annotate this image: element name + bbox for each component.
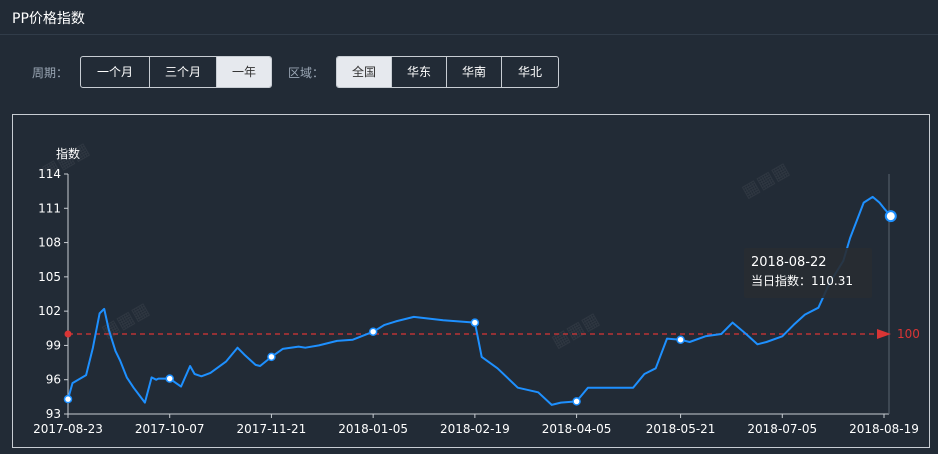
- y-tick-label: 102: [38, 304, 61, 318]
- x-tick-label: 2017-10-07: [135, 422, 205, 436]
- x-tick-label: 2018-01-05: [338, 422, 408, 436]
- y-tick-label: 96: [46, 373, 61, 387]
- data-point-marker: [63, 394, 73, 404]
- x-tick-label: 2017-08-23: [33, 422, 103, 436]
- data-point-marker: [267, 352, 276, 362]
- baseline-start-marker: [64, 330, 72, 338]
- series-line: [67, 195, 892, 406]
- y-tick-label: 105: [38, 270, 61, 284]
- x-tick-label: 2017-11-21: [237, 422, 307, 436]
- y-tick-label: 114: [38, 167, 61, 181]
- tooltip-date: 2018-08-22: [751, 255, 827, 270]
- x-tick-label: 2018-02-19: [440, 422, 510, 436]
- data-point-marker: [884, 210, 897, 223]
- data-point-marker: [676, 335, 685, 344]
- x-tick-label: 2018-08-19: [849, 422, 919, 436]
- x-tick-label: 2018-05-21: [646, 422, 716, 436]
- tooltip-value: 当日指数：110.31: [751, 274, 853, 288]
- price-index-chart[interactable]: 指数 93 96 99 102 105 108 111 114 2017-08-23 2017-10…: [0, 0, 938, 454]
- data-point-marker: [368, 327, 378, 336]
- y-tick-label: 111: [38, 201, 61, 215]
- data-point-marker: [470, 318, 480, 327]
- data-point-marker: [572, 397, 581, 406]
- data-point-marker: [165, 374, 174, 383]
- baseline-label: 100: [897, 327, 920, 341]
- y-axis-label: 指数: [56, 146, 80, 161]
- chart-tooltip: 2018-08-22 当日指数：110.31: [744, 248, 872, 298]
- x-tick-label: 2018-04-05: [542, 422, 612, 436]
- x-tick-label: 2018-07-05: [747, 422, 817, 436]
- y-tick-label: 99: [46, 338, 61, 352]
- y-tick-label: 93: [46, 407, 61, 421]
- y-tick-label: 108: [38, 236, 61, 250]
